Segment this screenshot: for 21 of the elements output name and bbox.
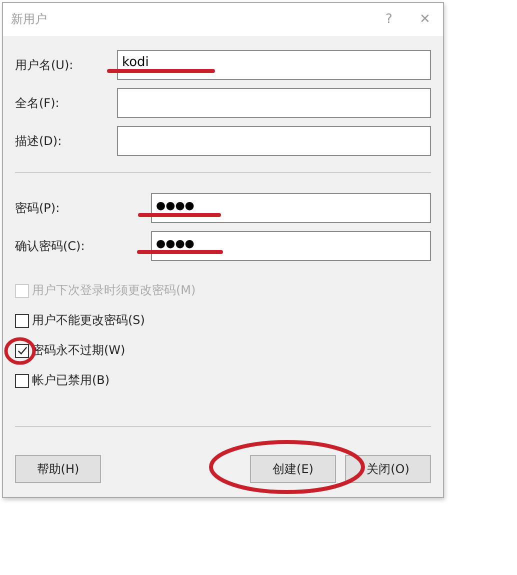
input-field[interactable] <box>117 126 431 156</box>
input-field[interactable]: kodi <box>117 50 431 80</box>
field-label: 密码(P): <box>15 200 60 216</box>
checkbox[interactable] <box>15 374 29 388</box>
password-field[interactable]: ●●●● <box>151 231 431 261</box>
checkbox[interactable] <box>15 314 29 328</box>
help-button[interactable]: 帮助(H) <box>15 455 101 483</box>
field-label: 用户名(U): <box>15 56 74 74</box>
field-label: 全名(F): <box>15 94 60 112</box>
checkbox-label: 帐户已禁用(B) <box>32 372 110 389</box>
create-button[interactable]: 创建(E) <box>250 455 336 483</box>
checkbox[interactable] <box>15 344 29 358</box>
annotation-circle <box>4 337 36 365</box>
field-label: 描述(D): <box>15 132 62 150</box>
checkbox-label: 用户下次登录时须更改密码(M) <box>32 282 196 299</box>
close-button[interactable]: 关闭(O) <box>345 455 431 483</box>
field-label: 确认密码(C): <box>15 238 85 254</box>
window-title: 新用户 <box>11 11 47 28</box>
password-field[interactable]: ●●●● <box>151 193 431 223</box>
input-field[interactable] <box>117 88 431 118</box>
checkbox-label: 用户不能更改密码(S) <box>32 312 145 329</box>
